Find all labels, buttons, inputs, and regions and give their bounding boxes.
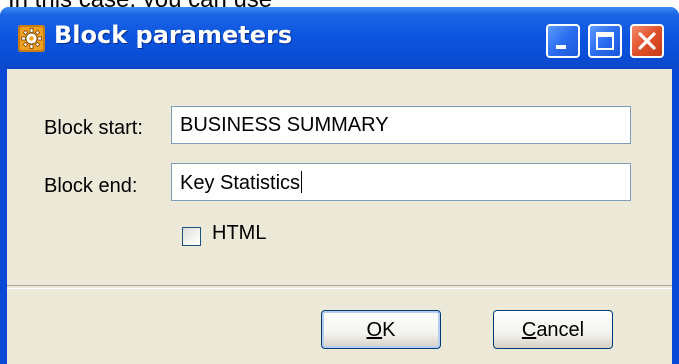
text-caret bbox=[301, 171, 303, 193]
ok-mnemonic: O bbox=[366, 318, 383, 341]
minimize-button[interactable] bbox=[546, 24, 580, 58]
cancel-label-rest: ancel bbox=[536, 318, 585, 341]
cancel-button[interactable]: Cancel bbox=[493, 310, 613, 349]
window-title: Block parameters bbox=[54, 21, 293, 49]
close-button[interactable] bbox=[630, 24, 664, 58]
button-separator bbox=[7, 285, 672, 289]
maximize-button[interactable] bbox=[588, 24, 622, 58]
html-checkbox[interactable] bbox=[182, 227, 201, 246]
gear-app-icon bbox=[18, 25, 45, 52]
minimize-icon bbox=[556, 45, 566, 49]
cancel-mnemonic: C bbox=[521, 318, 537, 341]
block-start-value: BUSINESS SUMMARY bbox=[180, 114, 389, 136]
title-bar[interactable]: Block parameters bbox=[0, 7, 679, 69]
block-end-input[interactable]: Key Statistics bbox=[171, 163, 631, 201]
block-end-label: Block end: bbox=[44, 175, 138, 197]
maximize-icon bbox=[596, 32, 614, 50]
block-parameters-dialog: Block parameters Block start: BUSINESS S… bbox=[0, 7, 679, 364]
html-checkbox-label[interactable]: HTML bbox=[212, 222, 266, 245]
block-end-value: Key Statistics bbox=[180, 172, 301, 194]
close-icon bbox=[638, 32, 656, 50]
block-start-label: Block start: bbox=[44, 117, 143, 139]
ok-label-rest: K bbox=[382, 318, 396, 341]
dialog-client-area: Block start: BUSINESS SUMMARY Block end:… bbox=[7, 69, 672, 364]
ok-button[interactable]: OK bbox=[321, 310, 441, 349]
block-start-input[interactable]: BUSINESS SUMMARY bbox=[171, 106, 631, 144]
